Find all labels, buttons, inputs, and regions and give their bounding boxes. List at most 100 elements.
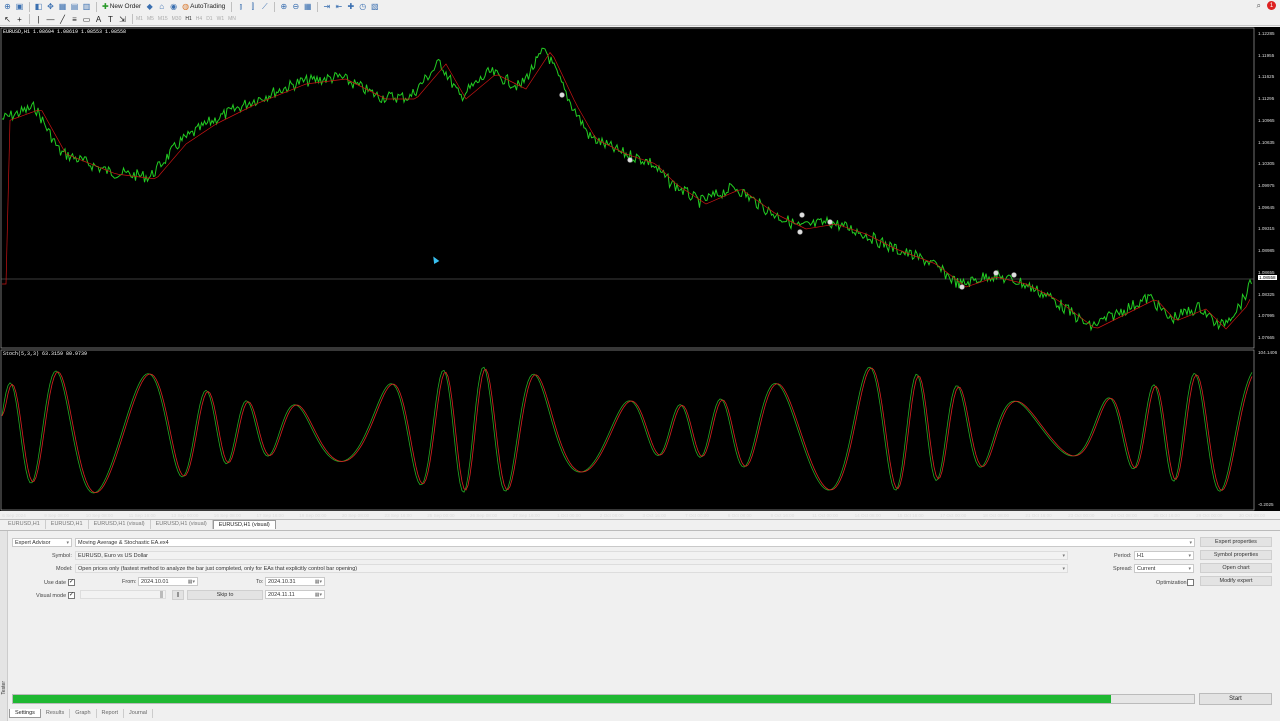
- symbol-properties-button[interactable]: Symbol properties: [1200, 550, 1272, 560]
- model-select[interactable]: Open prices only (fastest method to anal…: [75, 564, 1068, 573]
- chart-tab[interactable]: EURUSD,H1: [3, 520, 46, 529]
- tab-journal[interactable]: Journal: [124, 709, 154, 718]
- start-button[interactable]: Start: [1199, 693, 1272, 705]
- templates-icon[interactable]: ▧: [369, 1, 380, 12]
- tab-report[interactable]: Report: [97, 709, 125, 718]
- timeframe-h4[interactable]: H4: [196, 16, 202, 22]
- periods-icon[interactable]: ◷: [357, 1, 368, 12]
- tab-graph[interactable]: Graph: [70, 709, 97, 718]
- skip-to-date-field[interactable]: 2024.11.11 ▦▾: [265, 590, 325, 599]
- mode-value: Expert Advisor: [15, 540, 51, 546]
- price-tick-label: 1.09645: [1258, 204, 1275, 210]
- symbol-label: Symbol:: [52, 553, 72, 559]
- tab-settings[interactable]: Settings: [9, 709, 41, 718]
- chart-tab[interactable]: EURUSD,H1 (visual): [89, 520, 151, 529]
- spread-value: Current: [1137, 566, 1156, 572]
- cursor-icon[interactable]: ↖: [2, 14, 13, 25]
- to-date-field[interactable]: 2024.10.31 ▦▾: [265, 577, 325, 586]
- expert-properties-button[interactable]: Expert properties: [1200, 537, 1272, 547]
- text-icon[interactable]: A: [93, 14, 104, 25]
- timeframe-h1[interactable]: H1: [185, 16, 191, 22]
- tab-results[interactable]: Results: [41, 709, 71, 718]
- vertical-line-icon[interactable]: |: [33, 14, 44, 25]
- zoom-out-icon[interactable]: ⊖: [290, 1, 301, 12]
- zoom-in-icon[interactable]: ⊕: [278, 1, 289, 12]
- stoch-signal-line: [1, 367, 1253, 494]
- new-order-button[interactable]: ✚ New Order: [100, 1, 143, 12]
- timeframe-m5[interactable]: M5: [147, 16, 154, 22]
- chevron-down-icon: ▾: [66, 540, 69, 546]
- new-chart-icon[interactable]: ⊕: [2, 1, 13, 12]
- auto-scroll-icon[interactable]: ⇥: [321, 1, 332, 12]
- time-tick-label: 27 Sep 16:00: [512, 513, 540, 518]
- use-date-checkbox[interactable]: ✓: [68, 579, 75, 586]
- period-select[interactable]: H1 ▾: [1134, 551, 1194, 560]
- new-order-icon: ✚: [102, 2, 109, 11]
- trade-marker: [797, 229, 803, 235]
- timeframe-m30[interactable]: M30: [172, 16, 182, 22]
- navigator-icon[interactable]: ▦: [57, 1, 68, 12]
- main-toolbar: ⊕ ▣ ◧ ✥ ▦ ▤ ▥ ✚ New Order ◆ ⌂ ◉ ◍ AutoTrad…: [0, 0, 1280, 13]
- mode-select[interactable]: Expert Advisor ▾: [12, 538, 72, 547]
- to-label: To:: [256, 579, 264, 585]
- metaeditor-icon[interactable]: ◆: [144, 1, 155, 12]
- trendline-icon[interactable]: ╱: [57, 14, 68, 25]
- crosshair-icon[interactable]: +: [14, 14, 25, 25]
- timeframe-d1[interactable]: D1: [206, 16, 212, 22]
- chart-shift-icon[interactable]: ⇤: [333, 1, 344, 12]
- tester-side-label: Tester: [1, 681, 7, 695]
- chart-tab[interactable]: EURUSD,H1 (visual): [151, 520, 213, 529]
- speed-slider[interactable]: [80, 590, 166, 599]
- bar-chart-icon[interactable]: ⫾: [235, 1, 246, 12]
- optimization-checkbox[interactable]: [1187, 579, 1194, 586]
- market-icon[interactable]: ⌂: [156, 1, 167, 12]
- price-tick-label: 1.12285: [1258, 31, 1275, 36]
- data-window-icon[interactable]: ✥: [45, 1, 56, 12]
- modify-expert-button[interactable]: Modify expert: [1200, 576, 1272, 586]
- slider-thumb[interactable]: [160, 591, 163, 598]
- terminal-icon[interactable]: ▤: [69, 1, 80, 12]
- expert-select[interactable]: Moving Average & Stochastic EA.ex4 ▾: [75, 538, 1195, 547]
- chevron-down-icon: ▾: [1062, 566, 1065, 572]
- channel-icon[interactable]: ≡: [69, 14, 80, 25]
- time-tick-label: 1 Oct 00:00: [557, 513, 581, 518]
- timeframe-m15[interactable]: M15: [158, 16, 168, 22]
- skip-to-button[interactable]: Skip to: [187, 590, 263, 600]
- open-chart-button[interactable]: Open chart: [1200, 563, 1272, 573]
- label-icon[interactable]: T: [105, 14, 116, 25]
- chart-canvas[interactable]: [0, 27, 1280, 511]
- time-tick-label: 3 Oct 16:00: [642, 513, 667, 518]
- profiles-icon[interactable]: ▣: [14, 1, 25, 12]
- horizontal-line-icon[interactable]: —: [45, 14, 56, 25]
- candlestick-icon[interactable]: ⫿: [247, 1, 258, 12]
- spread-select[interactable]: Current ▾: [1134, 564, 1194, 573]
- chart-window[interactable]: EURUSD,H1 1.08604 1.08619 1.08553 1.0855…: [0, 27, 1280, 518]
- signals-icon[interactable]: ◉: [168, 1, 179, 12]
- timeframe-mn[interactable]: MN: [228, 16, 236, 22]
- fibonacci-icon[interactable]: ▭: [81, 14, 92, 25]
- pause-button[interactable]: ||: [172, 590, 184, 600]
- timeframe-m1[interactable]: M1: [136, 16, 143, 22]
- arrows-icon[interactable]: ⇲: [117, 14, 128, 25]
- tile-windows-icon[interactable]: ▦: [302, 1, 313, 12]
- time-tick-label: 13 Sep 00:00: [171, 513, 199, 518]
- trade-marker: [799, 212, 805, 218]
- alerts-badge[interactable]: 1: [1267, 1, 1276, 10]
- strategy-tester-icon[interactable]: ▥: [81, 1, 92, 12]
- chart-tab-active[interactable]: EURUSD,H1 (visual): [212, 520, 276, 529]
- indicators-icon[interactable]: ✚: [345, 1, 356, 12]
- timeframe-w1[interactable]: W1: [217, 16, 225, 22]
- market-watch-icon[interactable]: ◧: [33, 1, 44, 12]
- chart-tab[interactable]: EURUSD,H1: [46, 520, 89, 529]
- current-price-label: 1.08558: [1258, 275, 1277, 280]
- search-icon[interactable]: ⌕: [1257, 1, 1261, 11]
- visual-mode-checkbox[interactable]: ✓: [68, 592, 75, 599]
- autotrading-button[interactable]: ◍ AutoTrading: [180, 1, 227, 12]
- chevron-down-icon: ▾: [1189, 540, 1192, 546]
- time-tick-label: 18 Oct 08:00: [982, 513, 1010, 518]
- from-date-field[interactable]: 2024.10.01 ▦▾: [138, 577, 198, 586]
- use-date-label: Use date: [44, 580, 67, 586]
- autotrading-icon: ◍: [182, 2, 190, 11]
- symbol-select[interactable]: EURUSD, Euro vs US Dollar ▾: [75, 551, 1068, 560]
- line-chart-icon[interactable]: ⟋: [259, 1, 270, 12]
